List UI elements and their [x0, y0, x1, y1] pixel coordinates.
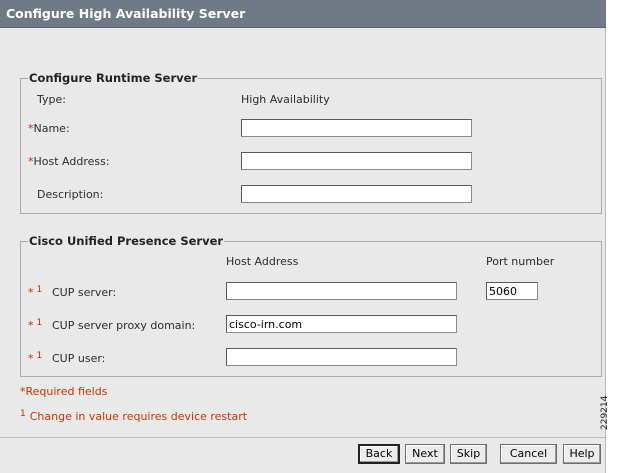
restart-marker: 1	[36, 285, 43, 295]
cup-user-label: CUP user:	[52, 352, 106, 365]
port-number-column-header: Port number	[486, 255, 555, 268]
type-label: Type:	[37, 93, 66, 106]
type-value: High Availability	[241, 93, 330, 106]
cup-proxy-row-label: * 1	[28, 318, 43, 332]
name-field[interactable]	[241, 119, 472, 137]
host-address-field[interactable]	[241, 152, 472, 170]
required-marker: *	[28, 352, 34, 365]
port-number-field[interactable]	[486, 282, 538, 300]
figure-id-label: 229214	[600, 395, 610, 430]
required-marker: *	[28, 319, 34, 332]
cup-server-label: CUP server:	[52, 286, 117, 299]
dialog-panel: Configure High Availability Server Confi…	[0, 0, 606, 473]
restart-note: 1 Change in value requires device restart	[20, 409, 248, 423]
cup-server-legend: Cisco Unified Presence Server	[28, 234, 225, 248]
required-marker: *	[28, 286, 34, 299]
cup-server-row-label: * 1	[28, 285, 43, 299]
cup-proxy-domain-label: CUP server proxy domain:	[52, 319, 196, 332]
description-field[interactable]	[241, 185, 472, 203]
host-row-label: *Host Address:	[28, 155, 110, 168]
restart-marker: 1	[20, 409, 26, 419]
cancel-button[interactable]: Cancel	[500, 444, 557, 464]
skip-button[interactable]: Skip	[450, 444, 487, 464]
host-address-column-header: Host Address	[226, 255, 299, 268]
cup-user-field[interactable]	[226, 348, 457, 366]
host-address-label: Host Address:	[33, 155, 110, 168]
window-title: Configure High Availability Server	[6, 6, 246, 21]
title-bar: Configure High Availability Server	[0, 0, 606, 28]
restart-note-text: Change in value requires device restart	[29, 410, 248, 423]
cup-user-row-label: * 1	[28, 351, 43, 365]
runtime-server-legend: Configure Runtime Server	[28, 71, 199, 85]
help-button[interactable]: Help	[563, 444, 601, 464]
cup-proxy-domain-field[interactable]	[226, 315, 457, 333]
back-button[interactable]: Back	[358, 444, 400, 464]
footer-divider	[0, 437, 606, 438]
description-label: Description:	[37, 188, 104, 201]
restart-marker: 1	[36, 318, 43, 328]
cup-server-field[interactable]	[226, 282, 457, 300]
next-button[interactable]: Next	[405, 444, 445, 464]
restart-marker: 1	[36, 351, 43, 361]
name-label: Name:	[33, 122, 70, 135]
required-fields-note: *Required fields	[20, 385, 107, 398]
required-fields-text: Required fields	[25, 385, 108, 398]
name-row-label: *Name:	[28, 122, 70, 135]
